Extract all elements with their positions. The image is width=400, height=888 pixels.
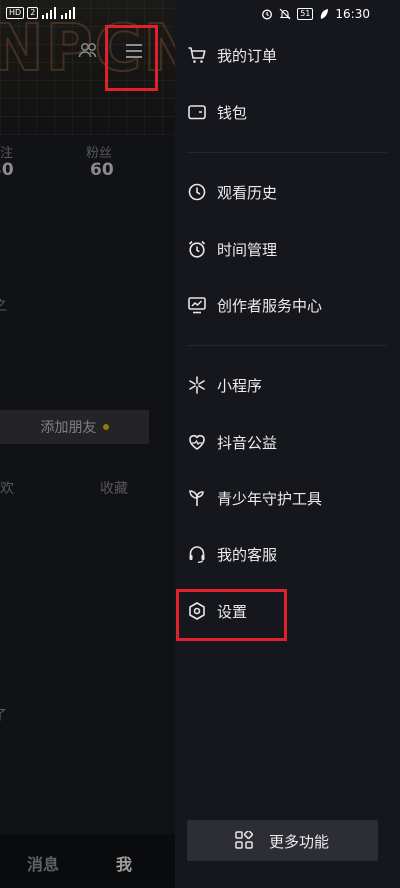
signal-icon-2 [61, 7, 76, 19]
menu-item-label: 我的订单 [217, 46, 278, 65]
clock-time: 16:30 [335, 7, 370, 21]
tab-likes[interactable]: 喜欢 [0, 478, 14, 498]
followers-count[interactable]: 60 [90, 160, 114, 180]
status-bar: HD 2 51 16:30 [0, 0, 400, 30]
sim-chip: 2 [27, 7, 39, 19]
cart-icon [188, 47, 206, 63]
grid-apps-icon [235, 831, 253, 849]
menu-item-label: 观看历史 [217, 183, 278, 202]
mini-program-icon [189, 376, 205, 394]
menu-item-history[interactable]: 观看历史 [175, 168, 400, 216]
clock-icon [188, 183, 206, 201]
settings-highlight-box [176, 589, 287, 641]
friends-icon[interactable] [78, 40, 98, 60]
following-label: 关注 [0, 146, 14, 161]
signal-icon [42, 7, 57, 19]
notification-dot [102, 424, 109, 430]
menu-item-creator-center[interactable]: 创作者服务中心 [175, 281, 400, 329]
menu-item-label: 抖音公益 [217, 433, 278, 452]
divider [187, 152, 387, 153]
headset-icon [189, 546, 205, 563]
menu-item-wallet[interactable]: 钱包 [175, 88, 400, 136]
menu-item-orders[interactable]: 我的订单 [175, 31, 400, 79]
hd-chip: HD [6, 7, 25, 19]
chart-monitor-icon [188, 297, 206, 314]
menu-item-label: 青少年守护工具 [217, 489, 323, 508]
bio-partial-text: 之 [0, 295, 7, 315]
nav-me[interactable]: 我 [116, 851, 132, 875]
menu-highlight-box [105, 25, 158, 91]
battery-indicator: 51 [297, 8, 314, 20]
content-partial-text: 了 [0, 705, 7, 725]
menu-item-label: 小程序 [217, 376, 263, 395]
charity-heart-icon [189, 434, 205, 450]
divider [187, 345, 387, 346]
menu-item-label: 钱包 [217, 103, 248, 122]
alarm-clock-icon [188, 240, 206, 258]
tab-favorites[interactable]: 收藏 [100, 478, 128, 498]
menu-item-label: 创作者服务中心 [217, 296, 323, 315]
sprout-icon [189, 490, 204, 506]
menu-item-youth-protection[interactable]: 青少年守护工具 [175, 474, 400, 522]
menu-item-label: 时间管理 [217, 240, 278, 259]
followers-label: 粉丝 [86, 146, 113, 161]
menu-item-mini-programs[interactable]: 小程序 [175, 361, 400, 409]
side-drawer: 我的订单 钱包 观看历史 时间管理 创作者服务中心 小程序 抖音公益 青少年守护… [175, 0, 400, 888]
menu-item-label: 我的客服 [217, 545, 278, 564]
add-friend-label: 添加朋友 [40, 420, 97, 436]
menu-item-time-management[interactable]: 时间管理 [175, 225, 400, 273]
add-friend-button[interactable]: 添加朋友 [0, 410, 149, 444]
status-left: HD 2 [6, 7, 76, 19]
menu-item-customer-service[interactable]: 我的客服 [175, 530, 400, 578]
leaf-icon [321, 9, 329, 19]
wallet-icon [188, 105, 206, 120]
status-right: 51 16:30 [261, 7, 370, 21]
more-features-button[interactable]: 更多功能 [187, 820, 378, 861]
bottom-nav: 消息 我 [0, 834, 175, 888]
alarm-icon [262, 9, 273, 20]
menu-item-charity[interactable]: 抖音公益 [175, 418, 400, 466]
more-features-label: 更多功能 [269, 833, 330, 851]
nav-messages[interactable]: 消息 [27, 851, 59, 875]
profile-page: NPCN 关注 30 粉丝 60 之 添加朋友 喜欢 收藏 了 消息 我 [0, 0, 175, 888]
mute-bell-icon [279, 8, 291, 20]
following-count[interactable]: 30 [0, 160, 14, 180]
